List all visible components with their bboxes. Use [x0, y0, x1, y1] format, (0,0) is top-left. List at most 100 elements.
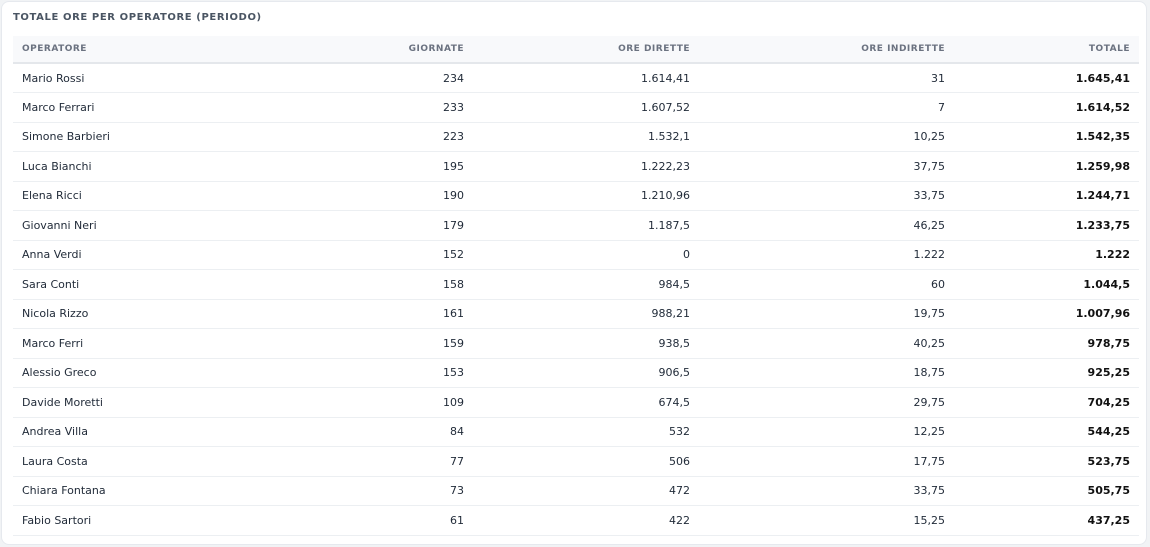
- direct-hours-cell: 988,21: [651, 307, 691, 321]
- days-cell: 84: [450, 425, 464, 439]
- operator-name-cell: Alessio Greco: [22, 366, 97, 380]
- operator-name-cell: Anna Verdi: [22, 248, 82, 262]
- total-hours-cell: 544,25: [1087, 425, 1130, 439]
- operator-name-cell: Andrea Villa: [22, 425, 88, 439]
- direct-hours-cell: 674,5: [658, 395, 691, 409]
- total-hours-cell: 925,25: [1087, 366, 1130, 380]
- direct-hours-cell: 984,5: [658, 277, 691, 291]
- table-row: Marco Ferri 159 938,5 40,25 978,75: [13, 329, 1139, 358]
- operator-name-cell: Marco Ferrari: [22, 100, 95, 114]
- direct-hours-cell: 938,5: [658, 336, 691, 350]
- total-hours-cell: 704,25: [1087, 395, 1130, 409]
- column-header-giornate[interactable]: GIORNATE: [248, 36, 473, 63]
- total-hours-cell: 978,75: [1087, 336, 1130, 350]
- total-hours-cell: 1.259,98: [1075, 159, 1130, 173]
- table-body: Mario Rossi 234 1.614,41 31 1.645,41 Marco Fe…: [13, 63, 1139, 535]
- days-cell: 179: [443, 218, 464, 232]
- indirect-hours-cell: 18,75: [913, 366, 946, 380]
- direct-hours-cell: 0: [683, 248, 690, 262]
- operator-name-cell: Mario Rossi: [22, 71, 85, 85]
- days-cell: 77: [450, 454, 464, 468]
- table-header-row: OPERATORE GIORNATE ORE DIRETTE ORE INDIR…: [13, 36, 1139, 63]
- table-row: Sara Conti 158 984,5 60 1.044,5: [13, 270, 1139, 299]
- total-hours-cell: 1.614,52: [1075, 100, 1130, 114]
- operator-name-cell: Laura Costa: [22, 454, 88, 468]
- operator-name-cell: Luca Bianchi: [22, 159, 92, 173]
- table-row: Alessio Greco 153 906,5 18,75 925,25: [13, 358, 1139, 388]
- direct-hours-cell: 422: [669, 513, 690, 527]
- days-cell: 158: [443, 277, 464, 291]
- column-header-ore-indirette[interactable]: ORE INDIRETTE: [699, 36, 954, 63]
- days-cell: 161: [443, 307, 464, 321]
- indirect-hours-cell: 33,75: [913, 484, 946, 498]
- days-cell: 61: [450, 513, 464, 527]
- direct-hours-cell: 472: [669, 484, 690, 498]
- table-row: Chiara Fontana 73 472 33,75 505,75: [13, 476, 1139, 506]
- table-row: Simone Barbieri 223 1.532,1 10,25 1.542,35: [13, 122, 1139, 152]
- hours-per-operator-panel: TOTALE ORE PER OPERATORE (PERIODO) OPERA…: [1, 1, 1147, 545]
- column-header-ore-dirette[interactable]: ORE DIRETTE: [473, 36, 699, 63]
- direct-hours-cell: 1.222,23: [641, 159, 690, 173]
- operator-name-cell: Davide Moretti: [22, 395, 103, 409]
- indirect-hours-cell: 40,25: [913, 336, 946, 350]
- table-row: Laura Costa 77 506 17,75 523,75: [13, 447, 1139, 476]
- direct-hours-cell: 906,5: [658, 366, 691, 380]
- indirect-hours-cell: 17,75: [913, 454, 946, 468]
- table-row: Elena Ricci 190 1.210,96 33,75 1.244,71: [13, 181, 1139, 211]
- table-row: Nicola Rizzo 161 988,21 19,75 1.007,96: [13, 299, 1139, 329]
- indirect-hours-cell: 60: [931, 277, 945, 291]
- indirect-hours-cell: 10,25: [913, 130, 946, 144]
- direct-hours-cell: 1.187,5: [648, 218, 690, 232]
- days-cell: 223: [443, 130, 464, 144]
- direct-hours-cell: 1.614,41: [641, 71, 690, 85]
- table-row: Andrea Villa 84 532 12,25 544,25: [13, 417, 1139, 447]
- total-hours-cell: 1.645,41: [1075, 71, 1130, 85]
- column-header-operatore[interactable]: OPERATORE: [13, 36, 248, 63]
- table-row: Davide Moretti 109 674,5 29,75 704,25: [13, 388, 1139, 417]
- indirect-hours-cell: 12,25: [913, 425, 946, 439]
- direct-hours-cell: 1.532,1: [648, 130, 690, 144]
- days-cell: 159: [443, 336, 464, 350]
- direct-hours-cell: 1.607,52: [641, 100, 690, 114]
- indirect-hours-cell: 7: [938, 100, 945, 114]
- operator-name-cell: Marco Ferri: [22, 336, 84, 350]
- table-row: Anna Verdi 152 0 1.222 1.222: [13, 240, 1139, 270]
- indirect-hours-cell: 46,25: [913, 218, 946, 232]
- total-hours-cell: 1.244,71: [1075, 189, 1130, 203]
- table-row: Luca Bianchi 195 1.222,23 37,75 1.259,98: [13, 152, 1139, 181]
- operator-name-cell: Nicola Rizzo: [22, 307, 89, 321]
- panel-title: TOTALE ORE PER OPERATORE (PERIODO): [13, 12, 262, 23]
- operator-name-cell: Fabio Sartori: [22, 513, 92, 527]
- indirect-hours-cell: 15,25: [913, 513, 946, 527]
- table-row: Fabio Sartori 61 422 15,25 437,25: [13, 506, 1139, 535]
- table-row: Mario Rossi 234 1.614,41 31 1.645,41: [13, 63, 1139, 93]
- direct-hours-cell: 506: [669, 454, 690, 468]
- table-row: Marco Ferrari 233 1.607,52 7 1.614,52: [13, 93, 1139, 122]
- indirect-hours-cell: 1.222: [913, 248, 946, 262]
- total-hours-cell: 437,25: [1087, 513, 1130, 527]
- days-cell: 195: [443, 159, 464, 173]
- table-row: Giovanni Neri 179 1.187,5 46,25 1.233,75: [13, 211, 1139, 240]
- days-cell: 73: [450, 484, 464, 498]
- indirect-hours-cell: 37,75: [913, 159, 946, 173]
- days-cell: 234: [443, 71, 464, 85]
- days-cell: 109: [443, 395, 464, 409]
- total-hours-cell: 505,75: [1087, 484, 1130, 498]
- total-hours-cell: 1.233,75: [1075, 218, 1130, 232]
- days-cell: 190: [443, 189, 464, 203]
- operator-hours-table: OPERATORE GIORNATE ORE DIRETTE ORE INDIR…: [13, 36, 1139, 536]
- operator-name-cell: Elena Ricci: [22, 189, 82, 203]
- indirect-hours-cell: 29,75: [913, 395, 946, 409]
- indirect-hours-cell: 19,75: [913, 307, 946, 321]
- days-cell: 152: [443, 248, 464, 262]
- operator-name-cell: Chiara Fontana: [22, 484, 106, 498]
- operator-name-cell: Giovanni Neri: [22, 218, 97, 232]
- total-hours-cell: 1.542,35: [1075, 130, 1130, 144]
- total-hours-cell: 1.007,96: [1075, 307, 1130, 321]
- direct-hours-cell: 532: [669, 425, 690, 439]
- days-cell: 233: [443, 100, 464, 114]
- days-cell: 153: [443, 366, 464, 380]
- indirect-hours-cell: 31: [931, 71, 945, 85]
- operator-name-cell: Simone Barbieri: [22, 130, 110, 144]
- column-header-totale[interactable]: TOTALE: [954, 36, 1139, 63]
